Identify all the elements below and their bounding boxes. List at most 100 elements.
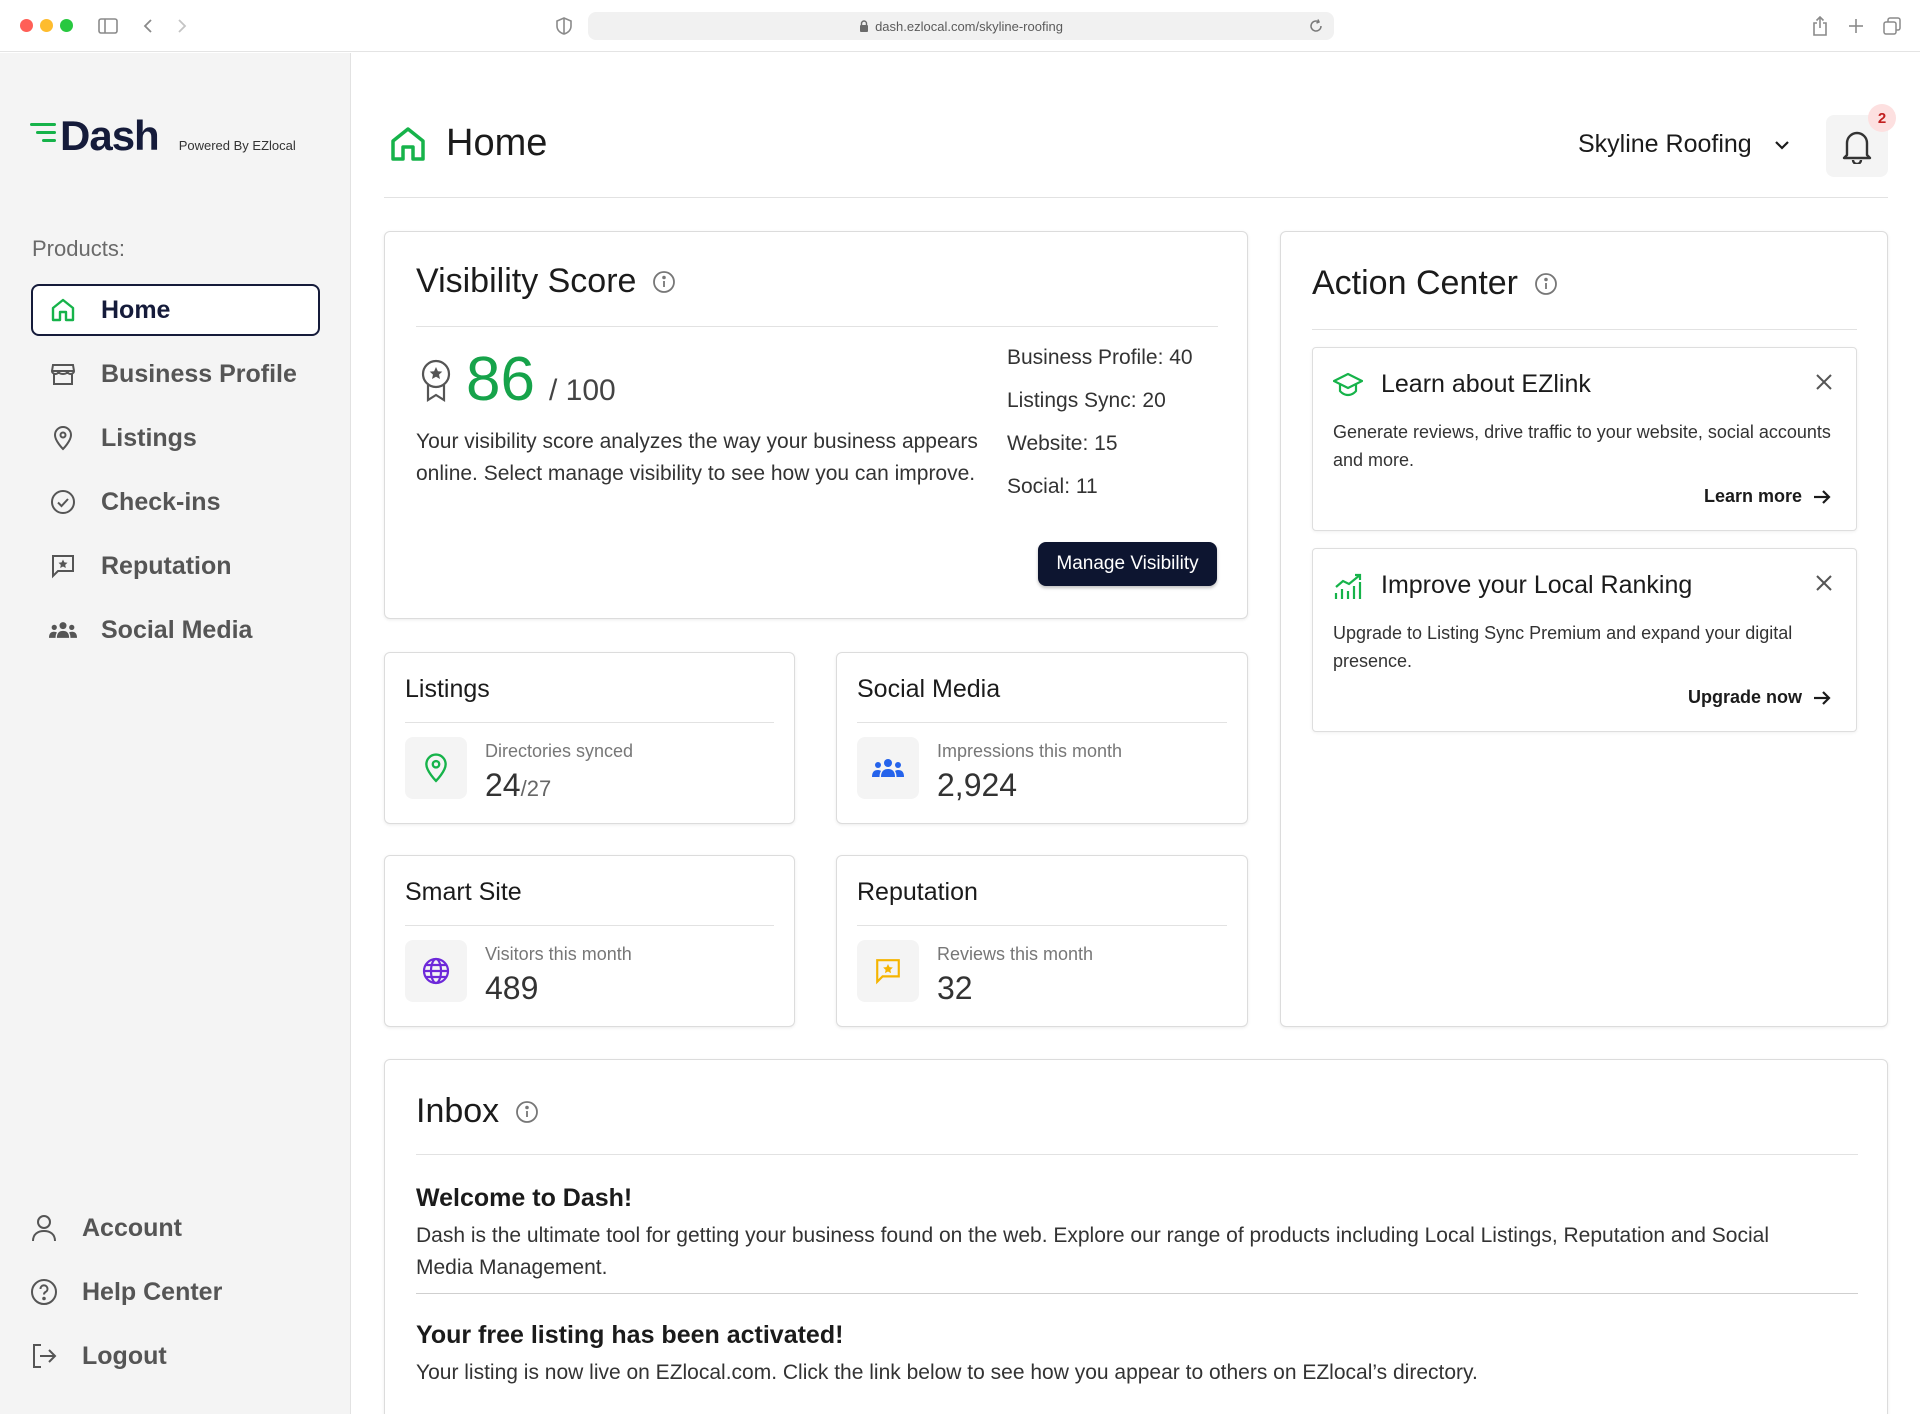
card-divider	[416, 326, 1218, 327]
inbox-message-heading: Your free listing has been activated!	[416, 1321, 844, 1349]
account-nav: Account Help Center Logout	[30, 1202, 222, 1394]
stat-icon-tile	[405, 737, 467, 799]
sidebar-item-listings[interactable]: Listings	[31, 412, 320, 464]
sidebar-item-label: Reputation	[101, 551, 232, 580]
sidebar-item-label: Business Profile	[101, 359, 297, 388]
close-icon[interactable]	[1814, 573, 1834, 593]
sidebar-item-label: Check-ins	[101, 487, 221, 516]
info-icon[interactable]	[652, 270, 676, 294]
inbox-title-row: Inbox	[416, 1092, 539, 1131]
maximize-window-button[interactable]	[60, 19, 73, 32]
dash-logo[interactable]: Dash Powered By EZlocal	[30, 115, 296, 157]
business-selector[interactable]: Skyline Roofing	[1578, 130, 1792, 159]
manage-visibility-button[interactable]: Manage Visibility	[1038, 542, 1217, 586]
sidebar-item-reputation[interactable]: Reputation	[31, 540, 320, 592]
link-label: Upgrade now	[1687, 687, 1802, 707]
card-title: Social Media	[857, 675, 1001, 703]
notification-count-badge: 2	[1868, 104, 1896, 132]
help-circle-icon	[30, 1278, 58, 1306]
forward-icon[interactable]	[170, 14, 194, 38]
sidebar-item-label: Listings	[101, 423, 197, 452]
close-icon[interactable]	[1814, 372, 1834, 392]
card-title: Listings	[405, 675, 490, 703]
star-message-icon	[876, 959, 900, 985]
map-pin-icon	[425, 753, 447, 783]
business-name: Skyline Roofing	[1578, 130, 1752, 158]
action-center-title-row: Action Center	[1312, 264, 1558, 303]
sidebar-item-help-center[interactable]: Help Center	[30, 1266, 222, 1318]
info-icon[interactable]	[515, 1100, 539, 1124]
card-divider	[1312, 329, 1857, 330]
reputation-stat-card[interactable]: Reputation Reviews this month 32	[836, 855, 1248, 1027]
card-divider	[857, 925, 1227, 926]
visibility-score-max: / 100	[548, 374, 616, 407]
sidebar-item-label: Logout	[82, 1341, 167, 1370]
tip-learn-ezlink: Learn about EZlink Generate reviews, dri…	[1312, 347, 1857, 531]
close-window-button[interactable]	[20, 19, 33, 32]
score-row: 86 / 100	[418, 344, 616, 415]
smart-site-stat-card[interactable]: Smart Site Visitors this month 489	[384, 855, 795, 1027]
sidebar-item-check-ins[interactable]: Check-ins	[31, 476, 320, 528]
sidebar-item-label: Social Media	[101, 615, 253, 644]
sidebar-item-account[interactable]: Account	[30, 1202, 222, 1254]
chevron-down-icon	[1774, 140, 1789, 150]
link-label: Learn more	[1703, 486, 1802, 506]
message-divider	[416, 1293, 1858, 1294]
tip-title: Improve your Local Ranking	[1381, 571, 1693, 599]
sidebar-toggle-icon[interactable]	[96, 14, 120, 38]
card-divider	[857, 722, 1227, 723]
store-icon	[49, 360, 77, 388]
action-center-card: Action Center Learn about EZlink Generat…	[1280, 231, 1888, 1027]
upgrade-now-link[interactable]: Upgrade now	[1688, 687, 1832, 708]
minimize-window-button[interactable]	[40, 19, 53, 32]
users-icon	[49, 616, 77, 644]
address-bar[interactable]: dash.ezlocal.com/skyline-roofing	[588, 12, 1334, 40]
sidebar-item-logout[interactable]: Logout	[30, 1330, 222, 1382]
tip-improve-ranking: Improve your Local Ranking Upgrade to Li…	[1312, 548, 1857, 732]
stat-value: 2,924	[937, 767, 1018, 803]
award-icon	[421, 359, 451, 402]
stat-icon-tile	[857, 737, 919, 799]
card-divider	[405, 722, 774, 723]
stat-value: 24/27	[485, 767, 551, 804]
bell-icon	[1842, 131, 1872, 164]
stat-value-total: /27	[520, 776, 552, 801]
user-icon	[30, 1214, 58, 1242]
shield-icon[interactable]	[552, 14, 576, 38]
browser-toolbar: dash.ezlocal.com/skyline-roofing	[0, 0, 1920, 52]
tip-body: Upgrade to Listing Sync Premium and expa…	[1333, 623, 1793, 671]
breakdown-website: Website: 15	[1007, 432, 1118, 455]
logo-mark-icon	[30, 123, 58, 147]
new-tab-icon[interactable]	[1844, 14, 1868, 38]
sidebar: Dash Powered By EZlocal Products: Home B…	[0, 53, 351, 1414]
inbox-message-heading: Welcome to Dash!	[416, 1184, 633, 1212]
card-title: Smart Site	[405, 878, 522, 906]
products-label: Products:	[32, 236, 125, 261]
card-divider	[416, 1154, 1858, 1155]
inbox-message-body: Your listing is now live on EZlocal.com.…	[416, 1361, 1478, 1384]
back-icon[interactable]	[136, 14, 160, 38]
products-nav: Home Business Profile Listings Check-ins…	[31, 284, 320, 668]
info-icon[interactable]	[1534, 272, 1558, 296]
inbox-card: Inbox Welcome to Dash! Dash is the ultim…	[384, 1059, 1888, 1414]
stat-icon-tile	[857, 940, 919, 1002]
social-media-stat-card[interactable]: Social Media Impressions this month 2,92…	[836, 652, 1248, 824]
tab-overview-icon[interactable]	[1880, 14, 1904, 38]
sidebar-item-label: Account	[82, 1213, 182, 1242]
arrow-right-icon	[1814, 690, 1831, 705]
sidebar-item-home[interactable]: Home	[31, 284, 320, 336]
logout-icon	[30, 1342, 58, 1370]
learn-more-link[interactable]: Learn more	[1704, 486, 1832, 507]
chart-up-icon	[1334, 573, 1362, 599]
listings-stat-card[interactable]: Listings Directories synced 24/27	[384, 652, 795, 824]
home-icon	[49, 296, 77, 324]
visibility-score-value: 86	[466, 345, 535, 414]
stat-icon-tile	[405, 940, 467, 1002]
sidebar-item-social-media[interactable]: Social Media	[31, 604, 320, 656]
sidebar-item-business-profile[interactable]: Business Profile	[31, 348, 320, 400]
share-icon[interactable]	[1808, 14, 1832, 38]
sidebar-item-label: Help Center	[82, 1277, 223, 1306]
reload-icon[interactable]	[1308, 18, 1324, 34]
stat-label: Directories synced	[485, 741, 634, 761]
stat-label: Reviews this month	[937, 944, 1094, 964]
